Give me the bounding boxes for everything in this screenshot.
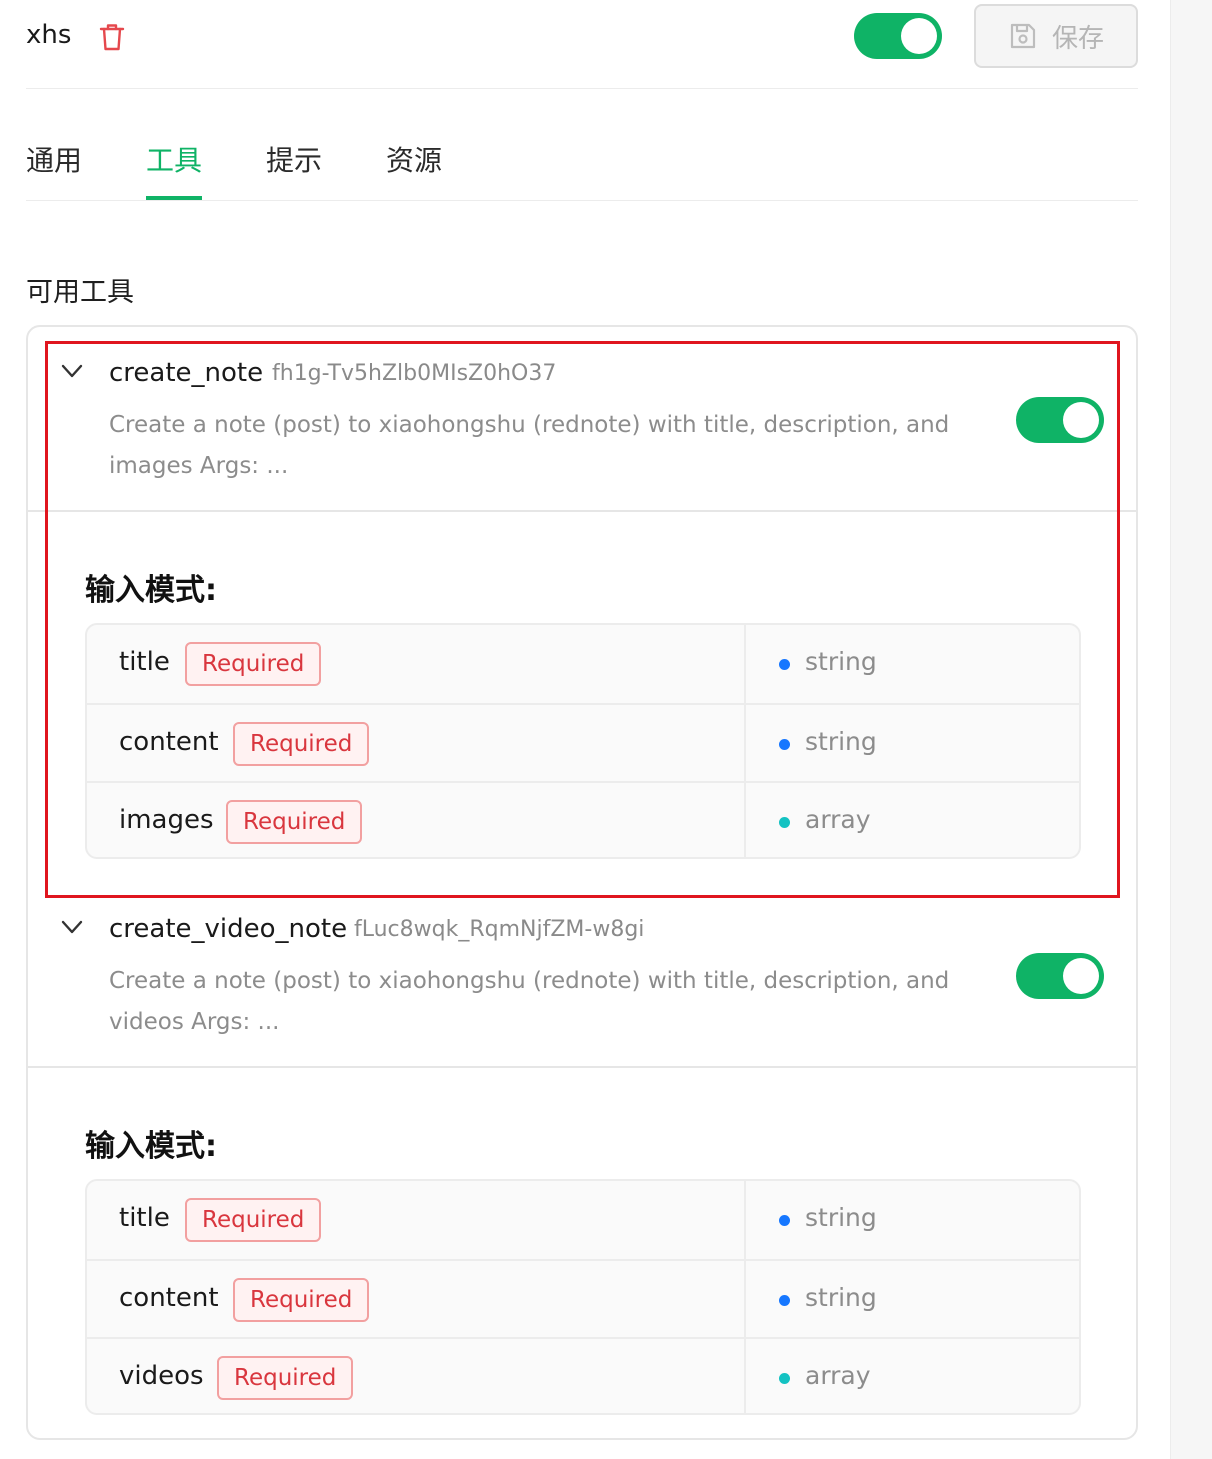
schema-row: content Required string xyxy=(87,1259,1079,1337)
tab-general[interactable]: 通用 xyxy=(26,139,82,179)
tool-id: fLuc8wqk_RqmNjfZM-w8gi xyxy=(354,917,645,942)
toggle-knob xyxy=(1063,958,1099,994)
required-badge: Required xyxy=(233,722,370,766)
server-name: xhs xyxy=(26,20,72,50)
tool-name: create_video_note xyxy=(109,914,348,944)
type-dot xyxy=(779,739,790,750)
required-badge: Required xyxy=(217,1356,354,1400)
required-badge: Required xyxy=(226,800,363,844)
param-name: images xyxy=(119,805,214,835)
trash-icon[interactable] xyxy=(98,22,126,52)
tool-enable-toggle[interactable] xyxy=(1016,397,1104,443)
param-type: array xyxy=(805,805,871,834)
tool-header[interactable]: create_note fh1g-Tv5hZlb0MIsZ0hO37 Creat… xyxy=(28,327,1136,512)
tool-list: create_note fh1g-Tv5hZlb0MIsZ0hO37 Creat… xyxy=(26,325,1138,1440)
type-dot xyxy=(779,817,790,828)
param-type: array xyxy=(805,1361,871,1390)
chevron-down-icon[interactable] xyxy=(60,919,84,935)
tool-name: create_note xyxy=(109,358,264,388)
toggle-knob xyxy=(1063,402,1099,438)
type-dot xyxy=(779,1215,790,1226)
param-type: string xyxy=(805,647,877,676)
save-icon xyxy=(1010,23,1036,49)
param-type: string xyxy=(805,727,877,756)
tool-header[interactable]: create_video_note fLuc8wqk_RqmNjfZM-w8gi… xyxy=(28,883,1136,1068)
tool-id: fh1g-Tv5hZlb0MIsZ0hO37 xyxy=(272,361,557,386)
tab-resources[interactable]: 资源 xyxy=(386,139,442,179)
param-type: string xyxy=(805,1203,877,1232)
schema-title: 输入模式: xyxy=(85,1129,217,1164)
save-label: 保存 xyxy=(1051,22,1104,53)
tab-tools[interactable]: 工具 xyxy=(146,139,202,179)
param-name: content xyxy=(119,727,219,757)
tool-enable-toggle[interactable] xyxy=(1016,953,1104,999)
schema-row: videos Required array xyxy=(87,1337,1079,1413)
type-dot xyxy=(779,659,790,670)
tab-bar: 通用 工具 提示 资源 xyxy=(26,89,1138,201)
schema-table: title Required string content Required s… xyxy=(85,1179,1081,1415)
save-button[interactable]: 保存 xyxy=(974,4,1138,68)
chevron-down-icon[interactable] xyxy=(60,363,84,379)
param-name: videos xyxy=(119,1361,204,1391)
required-badge: Required xyxy=(185,1198,322,1242)
server-header: xhs 保存 xyxy=(26,0,1138,89)
schema-table: title Required string content Required s… xyxy=(85,623,1081,859)
required-badge: Required xyxy=(185,642,322,686)
schema-title: 输入模式: xyxy=(85,573,217,608)
tool-description: Create a note (post) to xiaohongshu (red… xyxy=(109,968,950,1035)
type-dot xyxy=(779,1373,790,1384)
param-name: title xyxy=(119,647,170,677)
server-enable-toggle[interactable] xyxy=(854,13,942,59)
param-type: string xyxy=(805,1283,877,1312)
tab-prompts[interactable]: 提示 xyxy=(266,139,322,179)
param-name: title xyxy=(119,1203,170,1233)
type-dot xyxy=(779,1295,790,1306)
schema-row: title Required string xyxy=(87,625,1079,703)
active-tab-indicator xyxy=(146,196,202,200)
section-title: 可用工具 xyxy=(26,277,134,308)
toggle-knob xyxy=(901,18,937,54)
scrollbar-track[interactable] xyxy=(1170,0,1212,1459)
required-badge: Required xyxy=(233,1278,370,1322)
param-name: content xyxy=(119,1283,219,1313)
tool-description: Create a note (post) to xiaohongshu (red… xyxy=(109,412,950,479)
schema-row: content Required string xyxy=(87,703,1079,781)
schema-row: images Required array xyxy=(87,781,1079,857)
schema-row: title Required string xyxy=(87,1181,1079,1259)
